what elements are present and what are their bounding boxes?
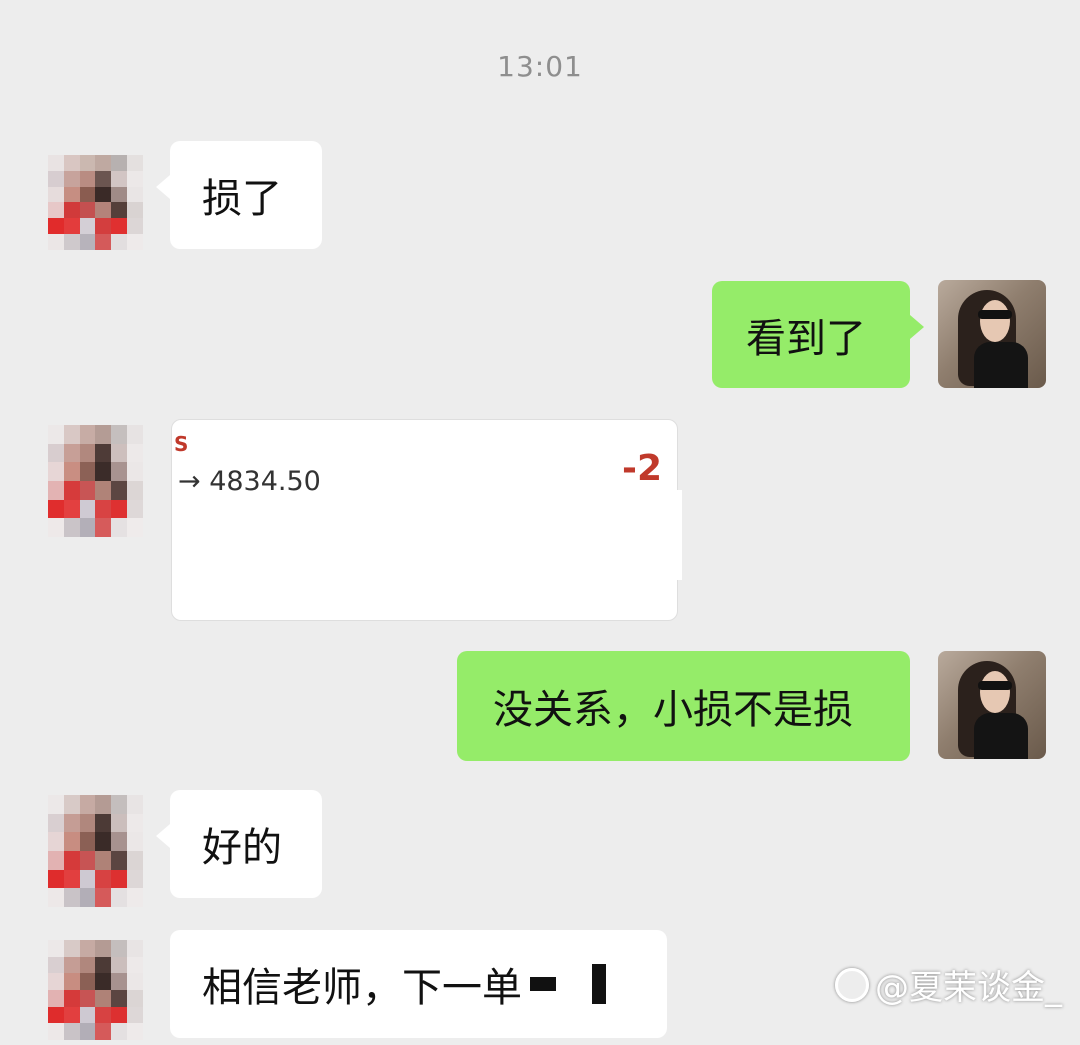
contact-avatar[interactable] — [48, 940, 143, 1040]
message-bubble-outgoing[interactable]: 看到了 — [712, 281, 924, 388]
message-text: 损了 — [202, 176, 282, 222]
chat-timestamp: 13:01 — [497, 50, 583, 83]
redaction-mark — [592, 964, 606, 1004]
message-text: 相信老师，下一单 — [202, 965, 522, 1011]
redaction-mark — [530, 977, 556, 991]
watermark-text: @夏茉谈金_ — [875, 968, 1062, 1008]
message-bubble-incoming[interactable]: 相信老师，下一单 — [170, 930, 667, 1038]
contact-avatar[interactable] — [48, 425, 143, 537]
message-text: 没关系，小损不是损 — [493, 687, 853, 733]
message-bubble-outgoing[interactable]: 没关系，小损不是损 — [457, 651, 910, 761]
watermark: @夏茉谈金_ — [835, 960, 1062, 1009]
self-avatar[interactable] — [938, 280, 1046, 388]
self-avatar[interactable] — [938, 651, 1046, 759]
message-bubble-incoming[interactable]: 好的 — [156, 790, 322, 898]
contact-avatar[interactable] — [48, 155, 143, 250]
contact-avatar[interactable] — [48, 795, 143, 907]
trade-screenshot-card[interactable]: S → 4834.50 -2 2 — [171, 419, 682, 621]
message-text: 好的 — [202, 825, 282, 871]
weibo-camera-icon — [835, 967, 869, 1002]
message-bubble-incoming[interactable]: 损了 — [156, 141, 322, 249]
message-text: 看到了 — [746, 315, 866, 362]
trade-symbol: S — [174, 432, 189, 456]
trade-price: → 4834.50 — [178, 466, 321, 497]
